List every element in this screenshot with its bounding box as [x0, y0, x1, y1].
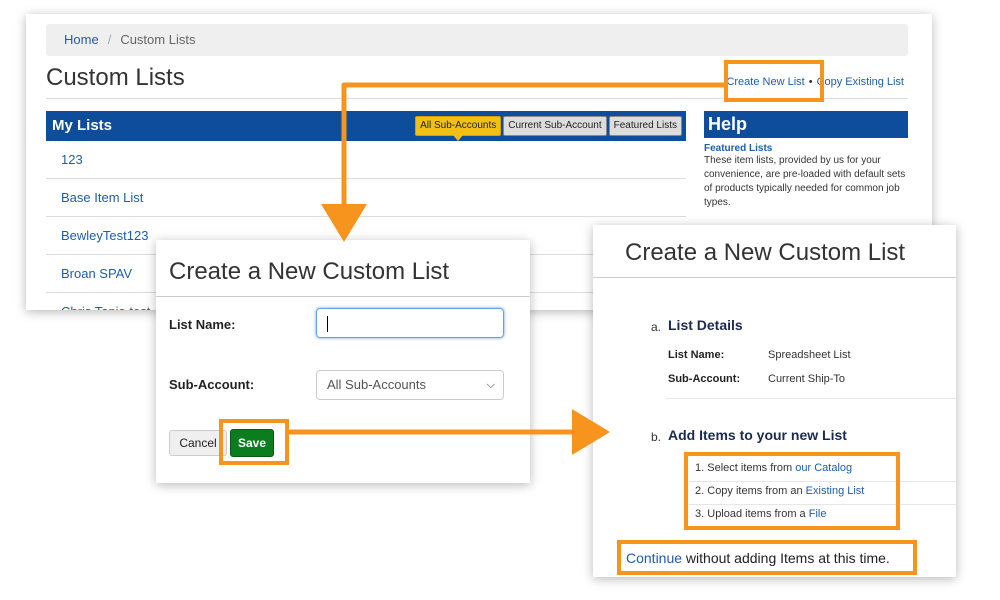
dialog-divider [593, 277, 956, 278]
sub-account-selected-value: All Sub-Accounts [327, 377, 426, 392]
filter-all-sub-accounts[interactable]: All Sub-Accounts [415, 116, 502, 141]
sub-account-select[interactable]: All Sub-Accounts ⌵ [316, 370, 504, 400]
dialog-title: Create a New Custom List [169, 258, 450, 285]
continue-highlight [617, 540, 917, 575]
save-button-highlight [219, 419, 289, 465]
breadcrumb-current: Custom Lists [120, 32, 196, 47]
list-name-value: Spreadsheet List [768, 349, 851, 361]
dialog-title: Create a New Custom List [625, 239, 906, 266]
create-list-dialog: Create a New Custom List List Name: Sub-… [156, 240, 530, 483]
breadcrumb: Home / Custom Lists [46, 24, 908, 56]
help-featured-lists-title: Featured Lists [704, 143, 773, 154]
add-items-heading: Add Items to your new List [668, 427, 847, 443]
dialog-divider [156, 296, 530, 297]
breadcrumb-home-link[interactable]: Home [64, 32, 99, 47]
list-details-heading: List Details [668, 317, 743, 333]
my-lists-title: My Lists [52, 117, 113, 134]
help-text: These item lists, provided by us for you… [704, 155, 906, 208]
breadcrumb-separator: / [107, 32, 112, 47]
list-item[interactable]: 123 [46, 141, 686, 179]
help-header: Help [704, 111, 908, 138]
list-name-label: List Name: [169, 317, 236, 332]
my-lists-header: My Lists All Sub-Accounts Current Sub-Ac… [46, 111, 686, 141]
list-name-input[interactable] [316, 308, 504, 338]
filter-featured-lists[interactable]: Featured Lists [608, 116, 682, 136]
sub-account-filter-group: All Sub-Accounts Current Sub-Account Fea… [415, 116, 682, 141]
sub-account-label: Sub-Account: [668, 373, 741, 385]
page-title: Custom Lists [46, 64, 185, 91]
create-new-list-highlight [724, 60, 824, 102]
text-cursor [327, 315, 328, 332]
section-a-letter: a. [651, 320, 662, 334]
chevron-down-icon: ⌵ [486, 379, 495, 391]
section-divider [666, 398, 956, 399]
list-item[interactable]: Base Item List [46, 179, 686, 217]
list-name-label: List Name: [668, 349, 725, 361]
add-items-options-highlight [684, 452, 900, 530]
section-b-letter: b. [651, 430, 662, 444]
sub-account-label: Sub-Account: [169, 377, 255, 392]
filter-current-sub-account[interactable]: Current Sub-Account [503, 116, 607, 136]
sub-account-value: Current Ship-To [768, 373, 846, 385]
help-panel: Help Featured Lists These item lists, pr… [704, 111, 908, 210]
copy-existing-list-link[interactable]: Copy Existing List [817, 76, 904, 88]
